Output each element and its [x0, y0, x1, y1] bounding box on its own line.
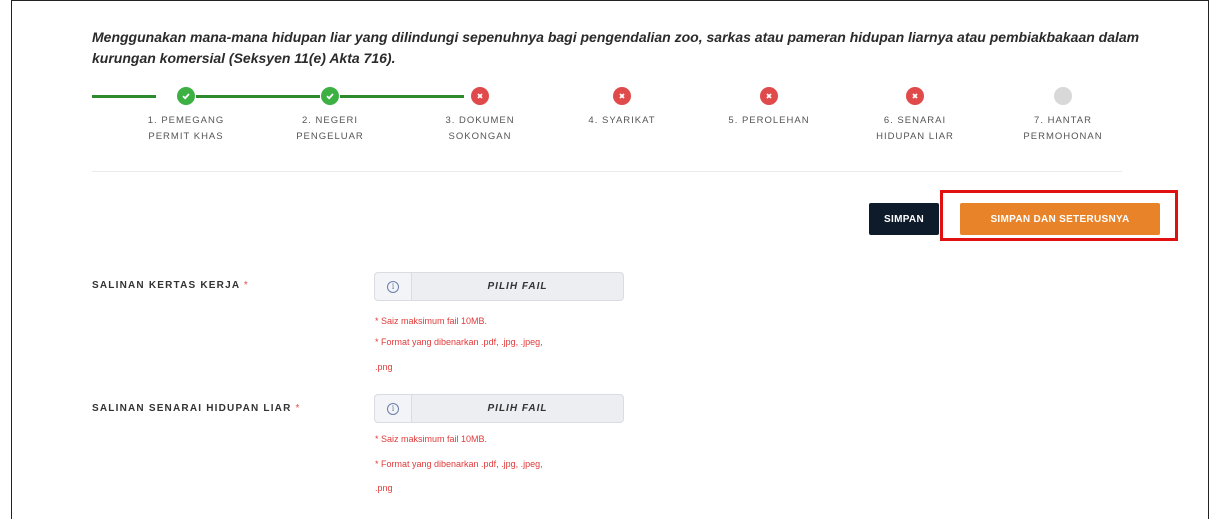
step-perolehan[interactable]: 5. PEROLEHAN: [704, 84, 834, 129]
choose-file-button[interactable]: PILIH FAIL: [412, 273, 623, 300]
check-icon: [177, 87, 195, 105]
file-size-hint: * Saiz maksimum fail 10MB.: [375, 434, 488, 444]
choose-file-button[interactable]: PILIH FAIL: [412, 395, 623, 422]
step-hantar-permohonan[interactable]: 7. HANTAR PERMOHONAN: [998, 84, 1128, 145]
divider: [92, 171, 1122, 172]
file-format-hint-cont: .png: [375, 483, 393, 493]
field-label-senarai-hidupan-liar: SALINAN SENARAI HIDUPAN LIAR *: [92, 403, 301, 414]
info-icon: i: [387, 402, 399, 415]
info-icon: i: [387, 280, 399, 293]
file-format-hint: * Format yang dibenarkan .pdf, .jpg, .jp…: [375, 459, 543, 469]
field-label-kertas-kerja: SALINAN KERTAS KERJA *: [92, 280, 249, 291]
error-x-icon: [760, 87, 778, 105]
progress-stepper: 1. PEMEGANG PERMIT KHAS 2. NEGERI PENGELUA…: [92, 84, 1132, 154]
step-negeri-pengeluar[interactable]: 2. NEGERI PENGELUAR: [265, 84, 395, 145]
step-label: 6. SENARAI HIDUPAN LIAR: [876, 115, 954, 142]
step-label: 1. PEMEGANG PERMIT KHAS: [147, 115, 225, 142]
file-info-button[interactable]: i: [375, 273, 412, 300]
file-upload-kertas-kerja[interactable]: i PILIH FAIL: [374, 272, 624, 301]
file-info-button[interactable]: i: [375, 395, 412, 422]
error-x-icon: [613, 87, 631, 105]
step-dokumen-sokongan[interactable]: 3. DOKUMEN SOKONGAN: [415, 84, 545, 145]
step-pemegang-permit-khas[interactable]: 1. PEMEGANG PERMIT KHAS: [121, 84, 251, 145]
step-syarikat[interactable]: 4. SYARIKAT: [557, 84, 687, 129]
highlight-box: [940, 190, 1178, 241]
save-button[interactable]: SIMPAN: [869, 203, 939, 235]
file-format-hint: * Format yang dibenarkan .pdf, .jpg, .jp…: [375, 337, 543, 347]
page-title: Menggunakan mana-mana hidupan liar yang …: [92, 29, 1140, 66]
error-x-icon: [471, 87, 489, 105]
step-label: 5. PEROLEHAN: [728, 115, 810, 126]
check-icon: [321, 87, 339, 105]
error-x-icon: [906, 87, 924, 105]
step-label: 7. HANTAR PERMOHONAN: [1023, 115, 1103, 142]
step-label: 3. DOKUMEN SOKONGAN: [445, 115, 515, 142]
step-senarai-hidupan-liar[interactable]: 6. SENARAI HIDUPAN LIAR: [850, 84, 980, 145]
file-size-hint: * Saiz maksimum fail 10MB.: [375, 316, 488, 326]
step-label: 4. SYARIKAT: [588, 115, 656, 126]
file-upload-senarai-hidupan-liar[interactable]: i PILIH FAIL: [374, 394, 624, 423]
page-frame: Menggunakan mana-mana hidupan liar yang …: [11, 0, 1209, 519]
file-format-hint-cont: .png: [375, 362, 393, 372]
pending-dot-icon: [1054, 87, 1072, 105]
step-label: 2. NEGERI PENGELUAR: [296, 115, 364, 142]
